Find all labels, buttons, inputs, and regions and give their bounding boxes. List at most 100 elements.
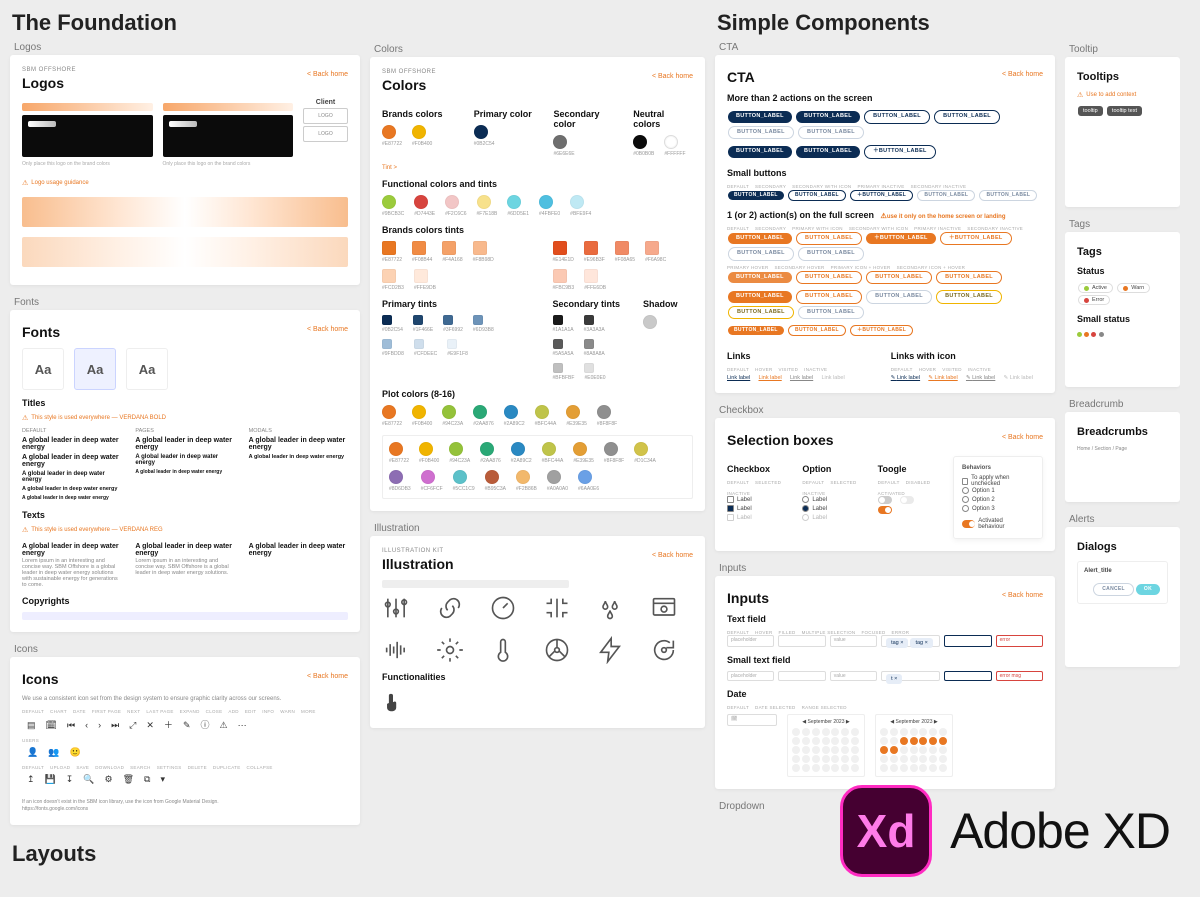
compress-icon <box>543 594 571 622</box>
back-link[interactable]: < Back home <box>307 326 348 333</box>
tags-card: Tags Status Active Warn Error Small stat… <box>1065 232 1180 387</box>
font-warning: This style is used everywhere — VERDANA … <box>22 414 348 422</box>
dialogs-card: Dialogs Alert_title CANCELOK <box>1065 527 1180 667</box>
outline-button[interactable]: BUTTON_LABEL <box>864 110 930 124</box>
ghost-button[interactable]: BUTTON_LABEL <box>728 126 794 140</box>
back-link[interactable]: < Back home <box>652 73 693 80</box>
droplets-icon <box>596 594 624 622</box>
adobe-xd-branding: Xd Adobe XD <box>840 785 1170 877</box>
illustration-label: Illustration <box>374 523 705 534</box>
cta-outline-orange[interactable]: BUTTON_LABEL <box>796 232 862 246</box>
thermometer-icon <box>489 636 517 664</box>
cta-orange-button[interactable]: BUTTON_LABEL <box>728 233 792 245</box>
link-default[interactable]: Link label <box>727 375 750 381</box>
adobe-xd-icon: Xd <box>840 785 932 877</box>
colors-label: Colors <box>374 44 705 55</box>
adobe-xd-text: Adobe XD <box>950 802 1170 860</box>
radio-item-disabled: Label <box>802 514 827 521</box>
outline-icon-button[interactable]: ＋ BUTTON_LABEL <box>864 145 936 159</box>
link-inactive: Link label <box>821 375 844 381</box>
browser-gear-icon <box>650 594 678 622</box>
warn-icon: ⚠ <box>220 720 228 731</box>
tints-link[interactable]: Tint > <box>382 165 693 171</box>
tooltips-card: Tooltips Use to add context tooltip tool… <box>1065 57 1180 207</box>
user-circle-icon: 🙂 <box>69 747 80 758</box>
toggle-on[interactable] <box>878 506 892 514</box>
waveform-icon <box>382 636 410 664</box>
radio-item-selected[interactable]: Label <box>802 505 827 512</box>
info-icon: ⓘ <box>200 718 209 731</box>
illustration-card: < Back home ILLUSTRATION KIT Illustratio… <box>370 536 705 728</box>
link-hover[interactable]: Link label <box>758 375 781 381</box>
selection-card: < Back home Selection boxes Checkbox DEF… <box>715 418 1055 551</box>
logo-dark-sample-2 <box>163 115 294 157</box>
multi-select-input[interactable]: tag ×tag × <box>881 635 940 647</box>
logo-warning: Logo usage guidance <box>22 179 348 187</box>
font-sample-tile[interactable]: Aa <box>126 348 168 390</box>
expand-icon: ⤢ <box>129 720 136 731</box>
plus-icon: ＋ <box>164 718 173 731</box>
primary-button[interactable]: BUTTON_LABEL <box>728 146 792 158</box>
font-sample-tile-selected[interactable]: Aa <box>74 348 116 390</box>
text-input-error[interactable]: error <box>996 635 1043 647</box>
illustration-grid <box>382 594 693 664</box>
text-input-focused[interactable] <box>944 635 991 647</box>
text-input[interactable]: placeholder <box>727 635 774 647</box>
primary-button[interactable]: BUTTON_LABEL <box>728 111 792 123</box>
gauge-icon <box>489 594 517 622</box>
icons-label: Icons <box>14 644 360 655</box>
cta-title: CTA <box>727 69 1043 85</box>
last-icon: ⏭ <box>111 720 119 731</box>
text-input[interactable] <box>778 635 825 647</box>
toggle-disabled <box>900 496 914 504</box>
date-input[interactable]: 🗓 <box>727 714 777 726</box>
gear-icon <box>436 636 464 664</box>
back-link[interactable]: < Back home <box>1002 434 1043 441</box>
foundation-heading: The Foundation <box>12 10 360 36</box>
inputs-title: Inputs <box>727 590 1043 606</box>
fonts-title: Fonts <box>22 324 348 340</box>
bar-chart-icon: ▤ <box>27 720 36 731</box>
checkbox-label: Checkbox <box>719 405 1055 416</box>
back-link[interactable]: < Back home <box>652 552 693 559</box>
steering-icon <box>543 636 571 664</box>
link-visited[interactable]: Link label <box>790 375 813 381</box>
primary-button[interactable]: BUTTON_LABEL <box>796 111 860 123</box>
next-icon: › <box>98 720 101 730</box>
calendar-open[interactable]: ◀ September 2023 ▶ <box>787 714 865 777</box>
fonts-card: < Back home Fonts Aa Aa Aa Titles This s… <box>10 310 360 632</box>
selection-title: Selection boxes <box>727 432 1043 448</box>
cta-card: < Back home CTA More than 2 actions on t… <box>715 55 1055 393</box>
back-link[interactable]: < Back home <box>307 673 348 680</box>
calendar-selected[interactable]: ◀ September 2023 ▶ <box>875 714 953 777</box>
pencil-icon: ✎ <box>183 720 191 731</box>
cta-label: CTA <box>719 42 1055 53</box>
toggle-off[interactable] <box>878 496 892 504</box>
breadcrumb-card: Breadcrumbs Home / Section / Page <box>1065 412 1180 502</box>
back-link[interactable]: < Back home <box>307 71 348 78</box>
back-link[interactable]: < Back home <box>1002 71 1043 78</box>
ghost-button[interactable]: BUTTON_LABEL <box>798 126 864 140</box>
logos-title: Logos <box>22 75 348 91</box>
text-input[interactable]: value <box>830 635 877 647</box>
components-heading: Simple Components <box>717 10 1055 36</box>
close-icon: ✕ <box>146 720 154 731</box>
checkbox-item-disabled: Label <box>727 514 752 521</box>
inputs-card: < Back home Inputs Text field DEFAULTHOV… <box>715 576 1055 789</box>
checkbox-item-checked[interactable]: Label <box>727 505 752 512</box>
client-logo-small: LOGO <box>303 108 348 124</box>
tooltip-label: Tooltip <box>1069 44 1180 55</box>
fonts-label: Fonts <box>14 297 360 308</box>
font-sample-tile[interactable]: Aa <box>22 348 64 390</box>
checkbox-item[interactable]: Label <box>727 496 752 503</box>
breadcrumb-label: Breadcrumb <box>1069 399 1180 410</box>
primary-button[interactable]: BUTTON_LABEL <box>796 146 860 158</box>
outline-button[interactable]: BUTTON_LABEL <box>934 110 1000 124</box>
icons-card: < Back home Icons We use a consistent ic… <box>10 657 360 825</box>
refresh-gear-icon <box>650 636 678 664</box>
prev-icon: ‹ <box>85 720 88 730</box>
back-link[interactable]: < Back home <box>1002 592 1043 599</box>
user-icon: 👤 <box>27 747 38 758</box>
radio-item[interactable]: Label <box>802 496 827 503</box>
sliders-icon <box>382 594 410 622</box>
